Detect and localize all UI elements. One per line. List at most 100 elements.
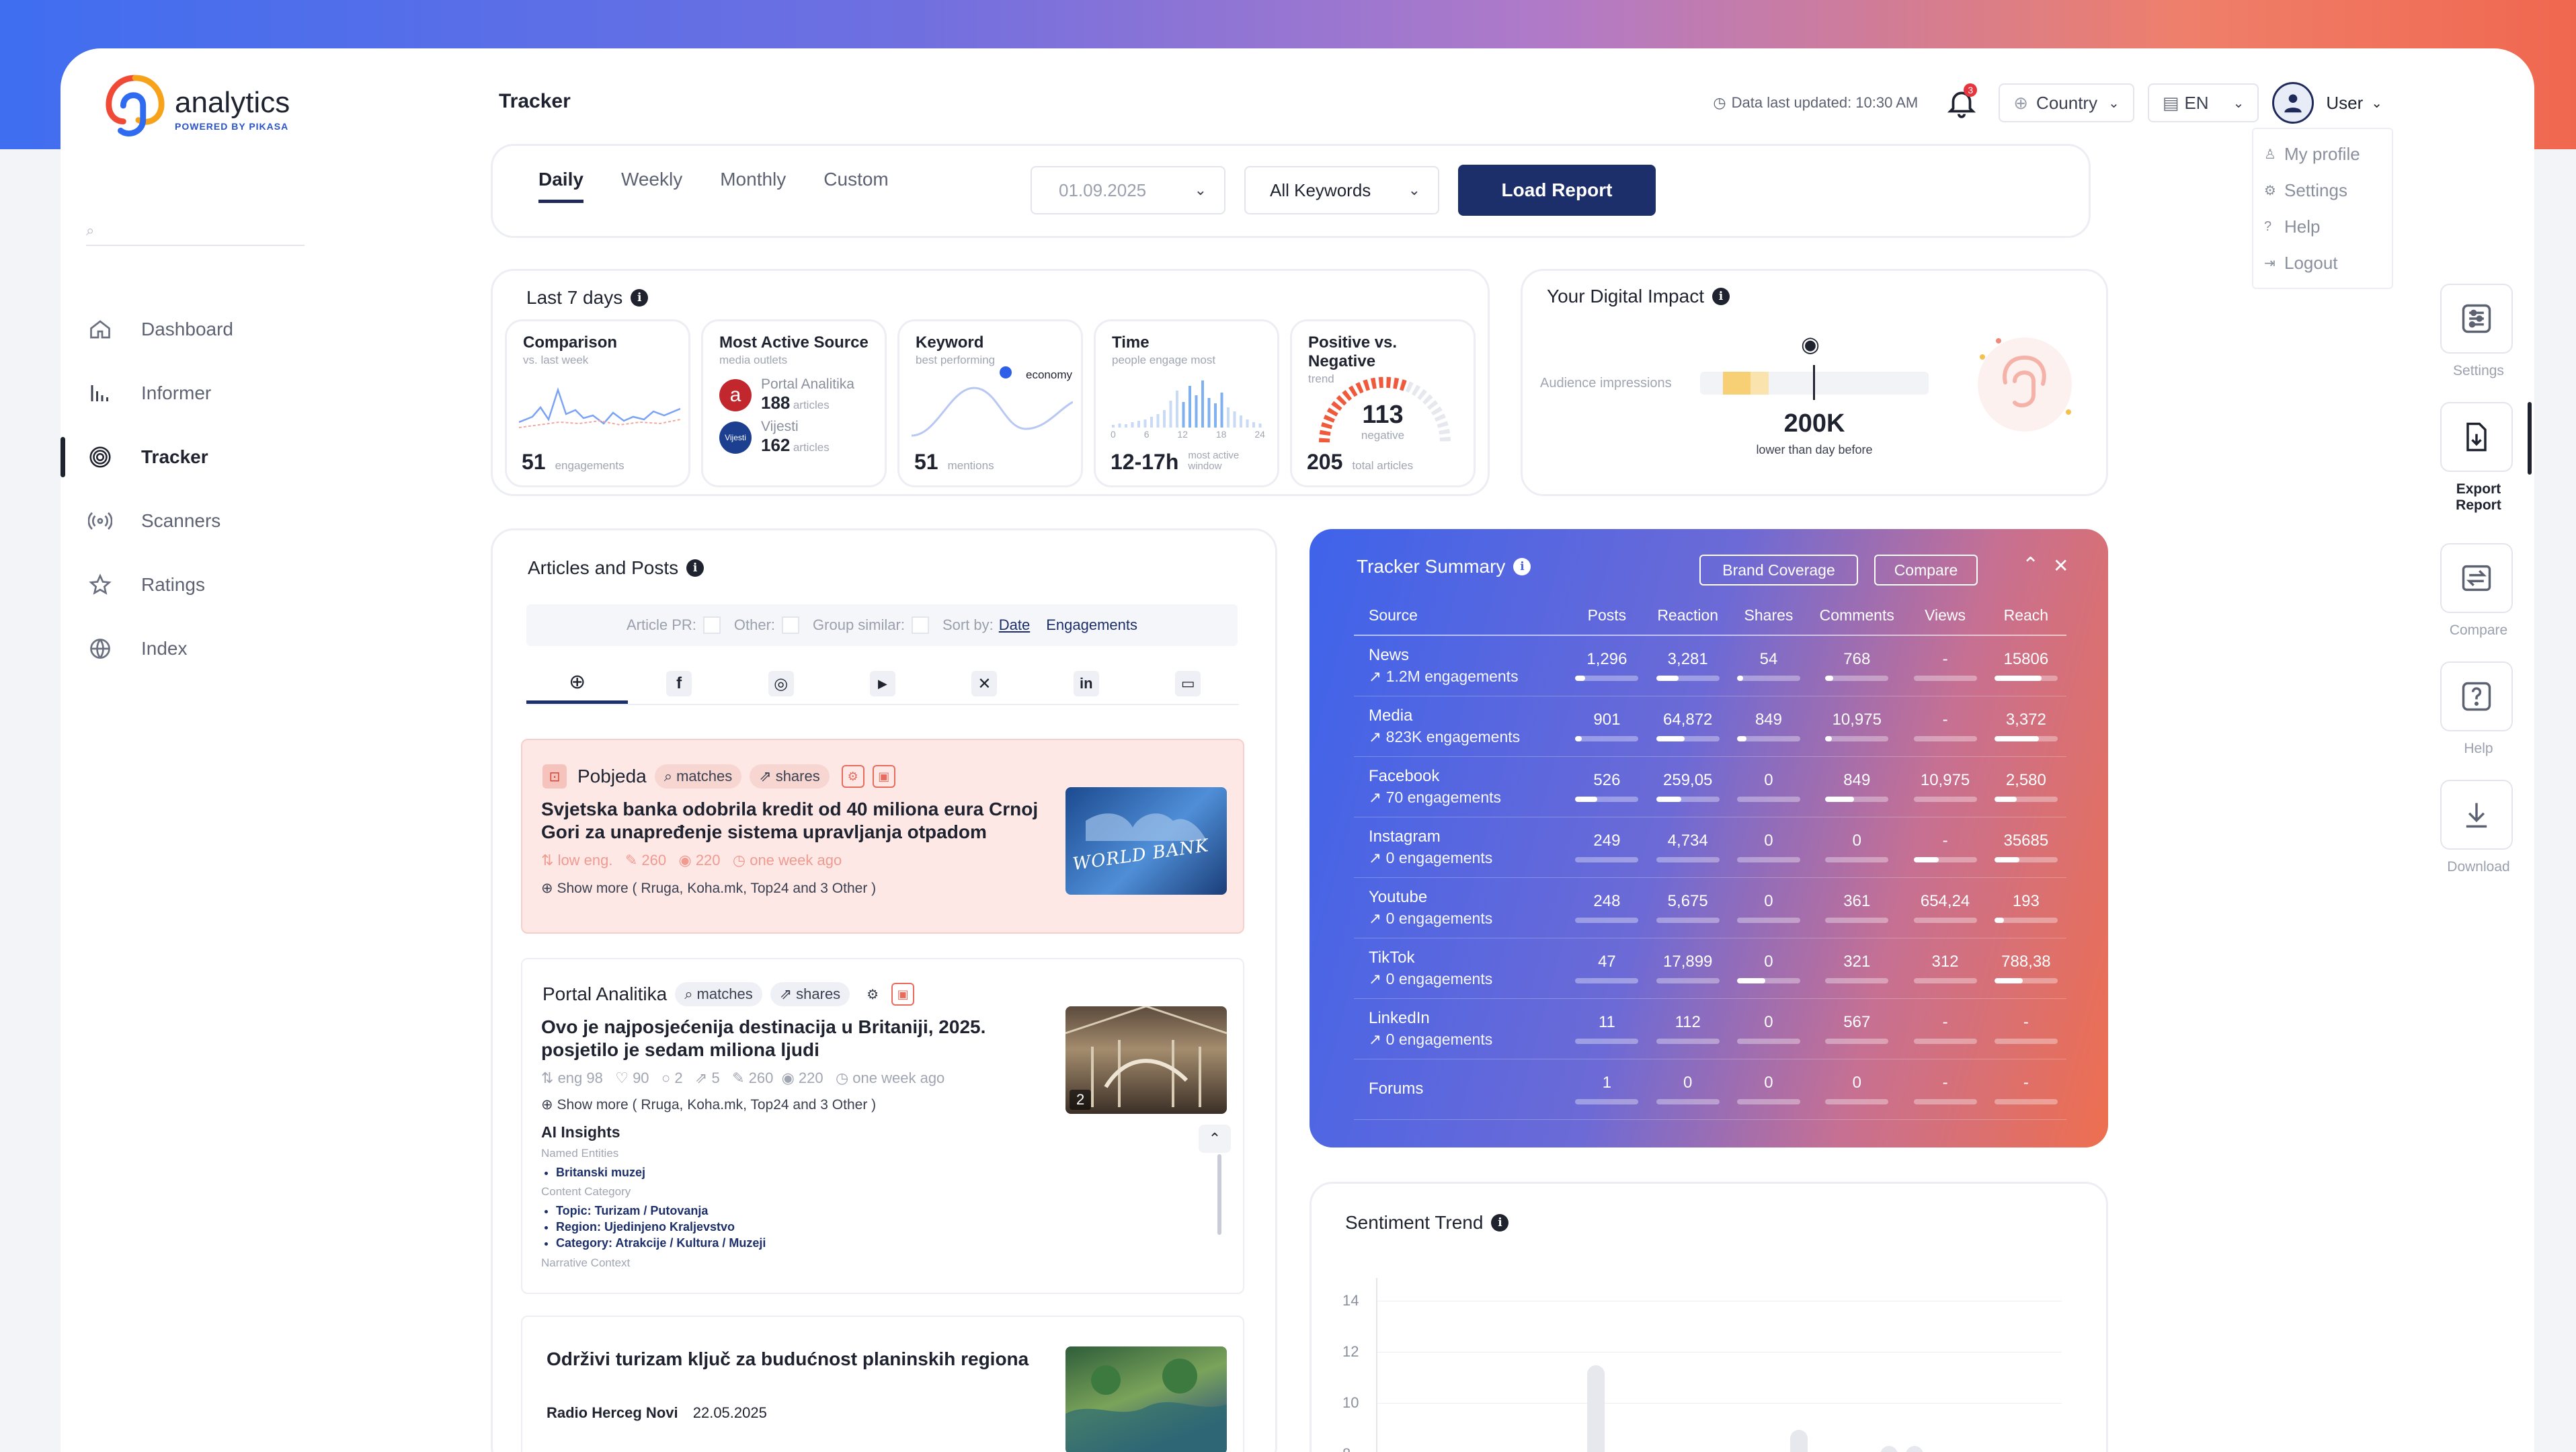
- rail-compare-button[interactable]: Compare: [2440, 543, 2517, 639]
- channel-tab-comments[interactable]: ▭: [1137, 663, 1239, 704]
- article-item[interactable]: ⊡ Pobjeda ⌕ matches ⇗ shares ⚙ ▣ Svjetska …: [521, 739, 1244, 934]
- sidebar-item-index[interactable]: Index: [61, 616, 410, 680]
- rail-download-button[interactable]: Download: [2440, 780, 2517, 875]
- rail-help-button[interactable]: Help: [2440, 661, 2517, 757]
- comparison-card[interactable]: Comparison vs. last week 51 engagements: [505, 319, 690, 487]
- matches-chip[interactable]: ⌕ matches: [675, 982, 762, 1006]
- menu-item-logout[interactable]: ⇥ Logout: [2253, 245, 2392, 281]
- channel-tab-facebook[interactable]: f: [628, 663, 729, 704]
- shares-chip[interactable]: ⇗ shares: [750, 764, 830, 789]
- sidebar-search-input[interactable]: ⌕: [86, 215, 305, 246]
- table-row[interactable]: LinkedIn ↗ 0 engagements 11 112 0 567 - -: [1354, 998, 2066, 1059]
- column-header[interactable]: Reach: [1985, 596, 2066, 636]
- metric-bar: [1994, 918, 2058, 923]
- article-thumbnail[interactable]: [1065, 1346, 1227, 1452]
- article-thumbnail[interactable]: WORLD BANK: [1065, 787, 1227, 895]
- chart-bar[interactable]: [1906, 1446, 1923, 1452]
- info-icon[interactable]: i: [1712, 288, 1730, 305]
- language-select[interactable]: ▤ EN ⌄: [2147, 83, 2259, 122]
- menu-item-profile[interactable]: ♙ My profile: [2253, 136, 2392, 172]
- chevron-up-icon[interactable]: ⌃: [2022, 553, 2039, 577]
- sidebar-item-tracker[interactable]: Tracker: [61, 425, 410, 489]
- matches-chip[interactable]: ⌕ matches: [654, 764, 742, 789]
- settings-chip-icon[interactable]: ⚙: [862, 983, 883, 1005]
- sidebar-item-scanners[interactable]: Scanners: [61, 489, 410, 553]
- sort-date-link[interactable]: Date: [999, 616, 1030, 634]
- card-title: Your Digital Impact i: [1547, 286, 1730, 307]
- country-select[interactable]: ⊕ Country ⌄: [1999, 83, 2134, 122]
- channel-tab-x[interactable]: ✕: [934, 663, 1035, 704]
- load-report-button[interactable]: Load Report: [1458, 165, 1656, 216]
- metric-value: 54: [1759, 650, 1778, 669]
- channel-tab-instagram[interactable]: ◎: [730, 663, 832, 704]
- time-bar: [1246, 419, 1249, 428]
- date-picker[interactable]: 01.09.2025 ⌄: [1031, 166, 1225, 214]
- channel-tab-youtube[interactable]: ▶: [832, 663, 933, 704]
- comparison-subtitle: vs. last week: [523, 354, 589, 366]
- tab-daily[interactable]: Daily: [538, 169, 583, 203]
- rail-export-report-button[interactable]: Export Report: [2440, 402, 2517, 514]
- time-card[interactable]: Time people engage most 0 6 12 18 24 12-…: [1094, 319, 1279, 487]
- notifications-button[interactable]: 3: [1945, 83, 1978, 120]
- table-row[interactable]: TikTok ↗ 0 engagements 47 17,899 0 321 312 788,…: [1354, 938, 2066, 999]
- info-icon[interactable]: i: [1491, 1214, 1509, 1232]
- menu-item-settings[interactable]: ⚙ Settings: [2253, 172, 2392, 208]
- sidebar-item-informer[interactable]: Informer: [61, 361, 410, 425]
- sidebar-item-ratings[interactable]: Ratings: [61, 553, 410, 616]
- show-more-link[interactable]: ⊕ Show more ( Rruga, Koha.mk, Top24 and …: [541, 1096, 876, 1113]
- tab-custom[interactable]: Custom: [823, 169, 888, 203]
- positive-negative-card[interactable]: Positive vs. Negative trend 113 negative…: [1290, 319, 1476, 487]
- brand-logo[interactable]: analytics POWERED BY PIKASA: [102, 73, 290, 145]
- shares-chip[interactable]: ⇗ shares: [770, 982, 850, 1006]
- chart-bar[interactable]: [1790, 1430, 1808, 1452]
- keywords-select[interactable]: All Keywords ⌄: [1244, 166, 1439, 214]
- settings-chip-icon[interactable]: ⚙: [841, 765, 864, 788]
- article-item[interactable]: Portal Analitika ⌕ matches ⇗ shares ⚙ ▣ Ov…: [521, 958, 1244, 1294]
- compare-button[interactable]: Compare: [1874, 555, 1978, 586]
- close-icon[interactable]: ✕: [2053, 555, 2068, 577]
- filter-other-checkbox[interactable]: [782, 616, 800, 634]
- filter-group-checkbox[interactable]: [911, 616, 929, 634]
- article-title[interactable]: Svjetska banka odobrila kredit od 40 mil…: [541, 798, 1059, 844]
- brand-coverage-button[interactable]: Brand Coverage: [1699, 555, 1858, 586]
- filter-pr-checkbox[interactable]: [702, 616, 721, 634]
- show-more-link[interactable]: ⊕ Show more ( Rruga, Koha.mk, Top24 and …: [541, 880, 876, 897]
- rail-settings-button[interactable]: Settings: [2440, 284, 2517, 379]
- article-thumbnail[interactable]: 2: [1065, 1006, 1227, 1114]
- info-icon[interactable]: i: [686, 559, 705, 577]
- sidebar-item-dashboard[interactable]: Dashboard: [61, 297, 410, 361]
- delete-icon[interactable]: ▣: [891, 983, 915, 1006]
- menu-item-help[interactable]: ? Help: [2253, 208, 2392, 245]
- most-active-source-card[interactable]: Most Active Source media outlets a Porta…: [701, 319, 887, 487]
- column-header[interactable]: Shares: [1728, 596, 1810, 636]
- info-icon[interactable]: i: [1513, 558, 1531, 575]
- column-header[interactable]: Views: [1904, 596, 1986, 636]
- user-menu-button[interactable]: User ⌄: [2272, 82, 2382, 124]
- metric-cell: 193: [1985, 877, 2066, 938]
- article-title[interactable]: Održivi turizam ključ za budućnost plani…: [547, 1348, 1031, 1371]
- sort-engagements-link[interactable]: Engagements: [1046, 616, 1137, 634]
- table-row[interactable]: News ↗ 1.2M engagements 1,296 3,281 54 768 - 15…: [1354, 635, 2066, 696]
- article-item[interactable]: Održivi turizam ključ za budućnost plani…: [521, 1316, 1244, 1452]
- column-header[interactable]: Reaction: [1647, 596, 1728, 636]
- column-header[interactable]: Comments: [1809, 596, 1905, 636]
- scrollbar[interactable]: [1217, 1154, 1221, 1235]
- table-row[interactable]: Facebook ↗ 70 engagements 526 259,05 0 849 10,…: [1354, 756, 2066, 817]
- table-row[interactable]: Media ↗ 823K engagements 901 64,872 849 10,97…: [1354, 696, 2066, 757]
- article-title[interactable]: Ovo je najposjećenija destinacija u Brit…: [541, 1016, 1059, 1061]
- delete-icon[interactable]: ▣: [872, 765, 895, 788]
- tab-weekly[interactable]: Weekly: [621, 169, 682, 203]
- tab-monthly[interactable]: Monthly: [720, 169, 786, 203]
- table-row[interactable]: Youtube ↗ 0 engagements 248 5,675 0 361 654,24…: [1354, 877, 2066, 938]
- chart-bar[interactable]: [1587, 1365, 1605, 1452]
- collapse-button[interactable]: ⌃: [1199, 1125, 1231, 1153]
- table-row[interactable]: Forums 1 0 0 0 - -: [1354, 1059, 2066, 1120]
- column-header[interactable]: Posts: [1566, 596, 1648, 636]
- channel-tab-all[interactable]: ⊕: [526, 663, 629, 704]
- channel-tab-linkedin[interactable]: in: [1035, 663, 1137, 704]
- keyword-card[interactable]: Keyword best performing economy 51 mentio…: [897, 319, 1083, 487]
- chart-bar[interactable]: [1880, 1446, 1898, 1452]
- metric-bar: [1913, 676, 1977, 682]
- info-icon[interactable]: i: [631, 289, 649, 307]
- table-row[interactable]: Instagram ↗ 0 engagements 249 4,734 0 0 - 35685: [1354, 817, 2066, 878]
